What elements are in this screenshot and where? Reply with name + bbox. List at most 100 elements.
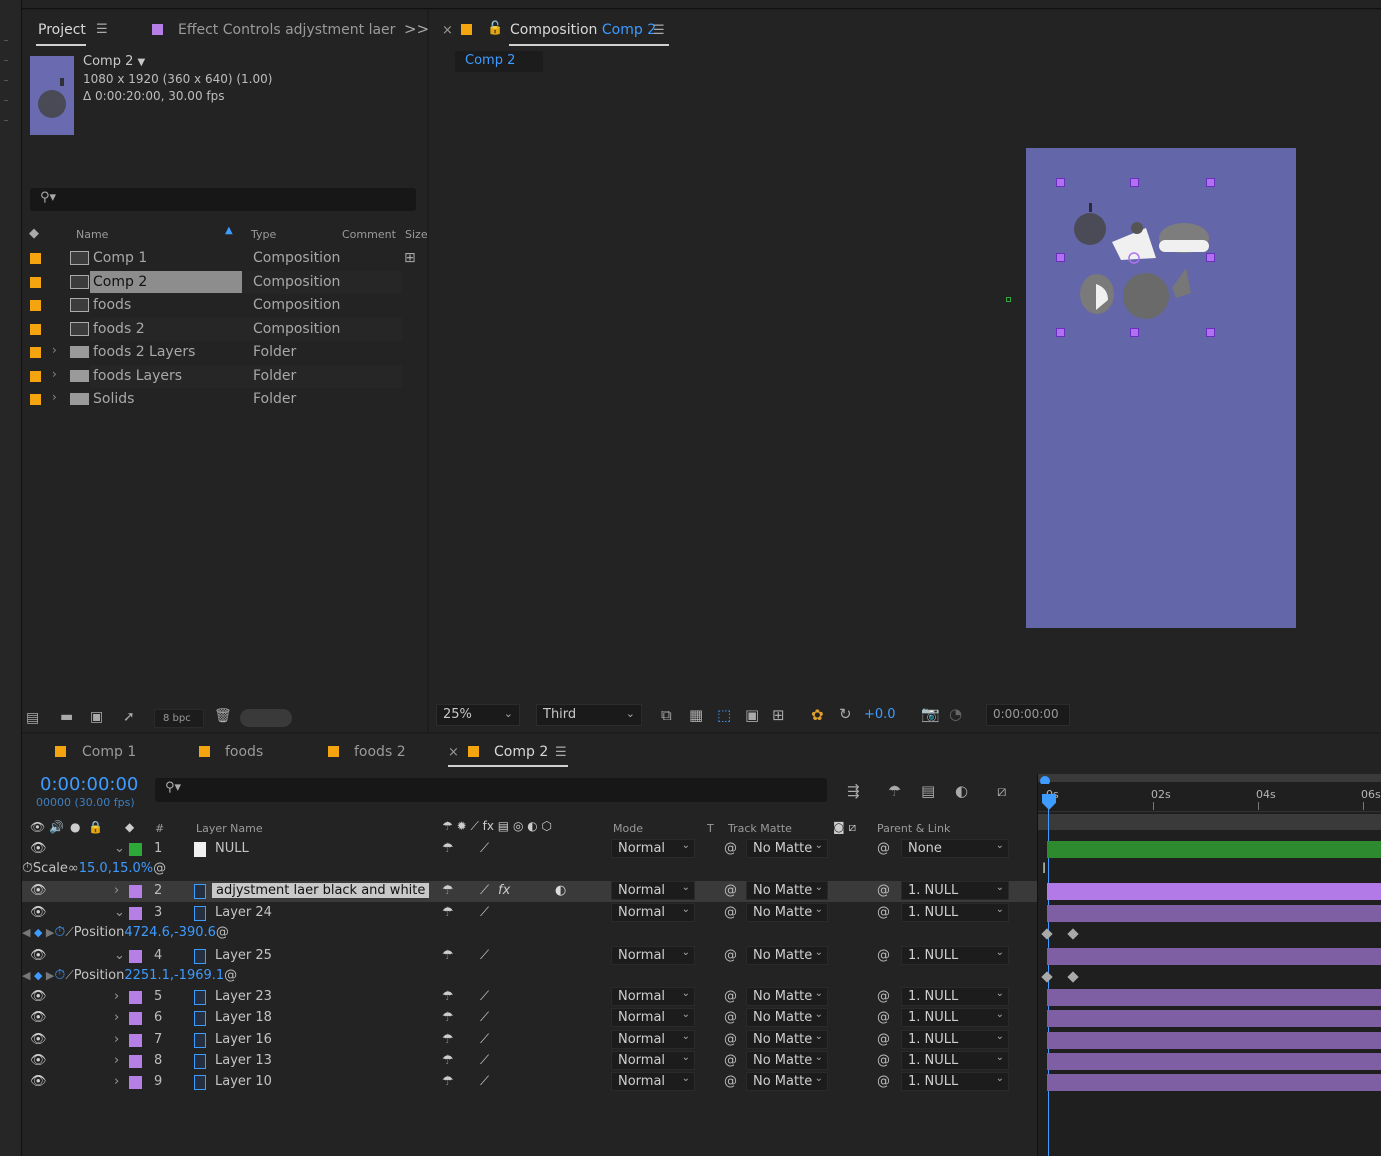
chevron-right-icon[interactable]: ›: [114, 1053, 119, 1068]
grid-guides-icon[interactable]: ⊞: [772, 706, 785, 724]
keyframe-diamond[interactable]: [1067, 971, 1079, 983]
chevron-down-icon[interactable]: ⌄: [114, 948, 125, 963]
layer-duration-bar[interactable]: [1047, 841, 1381, 858]
parent-dropdown[interactable]: 1. NULL ⌄: [901, 1030, 1009, 1049]
transform-handle[interactable]: [1056, 253, 1065, 262]
track-matte-dropdown[interactable]: No Matte ⌄: [746, 1030, 828, 1049]
blend-mode-dropdown[interactable]: Normal ⌄: [611, 946, 695, 965]
frame-blending-icon[interactable]: ▤: [921, 782, 935, 800]
layer-label-swatch[interactable]: [129, 1076, 142, 1089]
layer-name[interactable]: Layer 13: [215, 1053, 272, 1068]
track-matte-pickwhip-icon[interactable]: @: [724, 1010, 737, 1025]
layer-row[interactable]: 👁 ⌄ 3 Layer 24 ☂ ⟋ Normal ⌄ @ No Matte ⌄ @1. NULL ⌄: [22, 903, 1037, 924]
transform-handle[interactable]: [1056, 328, 1065, 337]
layer-label-swatch[interactable]: [129, 885, 142, 898]
flowchart-icon[interactable]: ⊞: [404, 250, 416, 266]
quality-switch-icon[interactable]: ⟋: [480, 883, 489, 898]
layer-row[interactable]: 👁 › 8 Layer 13 ☂ ⟋ Normal ⌄ @ No Matte ⌄ @1. NULL ⌄: [22, 1051, 1037, 1072]
tab-comp-1[interactable]: Comp 1: [82, 744, 136, 760]
column-comment[interactable]: Comment: [342, 228, 396, 241]
transform-handle[interactable]: [1130, 328, 1139, 337]
parent-dropdown[interactable]: 1. NULL ⌄: [901, 1072, 1009, 1091]
layer-name[interactable]: Layer 18: [215, 1010, 272, 1025]
keyframe-navigator[interactable]: ◀ ◆ ▶: [22, 926, 54, 939]
track-matte-pickwhip-icon[interactable]: @: [724, 989, 737, 1004]
label-swatch[interactable]: [30, 253, 41, 264]
stopwatch-icon[interactable]: ⏱: [22, 860, 33, 876]
composition-mini-flowchart-icon[interactable]: ⇶: [847, 782, 860, 800]
graph-icon[interactable]: ⟋: [65, 925, 73, 939]
blend-mode-dropdown[interactable]: Normal ⌄: [611, 903, 695, 922]
eye-icon[interactable]: 👁: [30, 1053, 47, 1068]
trash-icon[interactable]: 🗑: [214, 708, 232, 724]
layer-row[interactable]: 👁 ⌄ 1 NULL ☂ ⟋ Normal ⌄ @ No Matte ⌄ @ None ⌄: [22, 839, 1037, 860]
blend-mode-dropdown[interactable]: Normal ⌄: [611, 1030, 695, 1049]
column-layer-name[interactable]: Layer Name: [196, 822, 263, 835]
layer-duration-bar[interactable]: [1047, 883, 1381, 900]
quality-switch-icon[interactable]: ⟋: [480, 1032, 489, 1047]
work-area-bar[interactable]: [1038, 774, 1381, 782]
chevron-right-icon[interactable]: ›: [52, 343, 57, 357]
transparency-grid-icon[interactable]: ▦: [689, 706, 703, 724]
layer-duration-bar[interactable]: [1047, 905, 1381, 922]
project-search-input[interactable]: ⚲▾: [30, 188, 416, 211]
layer-label-swatch[interactable]: [129, 1055, 142, 1068]
label-swatch[interactable]: [30, 300, 41, 311]
current-time[interactable]: 0:00:00:00: [40, 774, 138, 795]
label-swatch[interactable]: [30, 323, 41, 335]
tab-foods-2[interactable]: foods 2: [354, 744, 406, 760]
bit-depth-button[interactable]: 8 bpc: [154, 709, 204, 728]
layer-name[interactable]: Layer 25: [215, 948, 272, 963]
track-matte-pickwhip-icon[interactable]: @: [724, 841, 737, 856]
stopwatch-icon[interactable]: ⏱: [54, 924, 65, 940]
transform-handle[interactable]: [1206, 328, 1215, 337]
eye-icon[interactable]: 👁: [30, 905, 47, 920]
close-icon[interactable]: ×: [442, 23, 453, 38]
property-value[interactable]: 2251.1,-1969.1: [124, 968, 224, 983]
track-matte-dropdown[interactable]: No Matte ⌄: [746, 1008, 828, 1027]
shy-switch-icon[interactable]: ☂: [442, 1074, 454, 1089]
breadcrumb[interactable]: Comp 2: [455, 51, 543, 72]
shy-switch-icon[interactable]: ☂: [442, 841, 454, 856]
layer-row[interactable]: 👁 › 7 Layer 16 ☂ ⟋ Normal ⌄ @ No Matte ⌄ @1. NULL ⌄: [22, 1030, 1037, 1051]
property-value[interactable]: 4724.6,-390.6: [124, 925, 216, 940]
column-parent[interactable]: Parent & Link: [877, 822, 950, 835]
stopwatch-icon[interactable]: ⏱: [54, 967, 65, 983]
layer-row[interactable]: 👁 › 9 Layer 10 ☂ ⟋ Normal ⌄ @ No Matte ⌄ @1. NULL ⌄: [22, 1072, 1037, 1093]
track-matte-dropdown[interactable]: No Matte ⌄: [746, 903, 828, 922]
transform-handle[interactable]: [1056, 178, 1065, 187]
exposure-value[interactable]: +0.0: [864, 707, 896, 722]
column-mode[interactable]: Mode: [613, 822, 643, 835]
project-item[interactable]: foods 2 Composition: [22, 318, 402, 341]
eye-icon[interactable]: 👁: [30, 948, 47, 963]
show-snapshot-icon[interactable]: ◔: [949, 705, 962, 723]
project-item[interactable]: › Solids Folder: [22, 388, 402, 411]
label-swatch[interactable]: [30, 276, 41, 288]
track-matte-pickwhip-icon[interactable]: @: [724, 948, 737, 963]
layer-name[interactable]: Layer 10: [215, 1074, 272, 1089]
chevron-down-icon[interactable]: ⌄: [114, 905, 125, 920]
layer-name[interactable]: Layer 23: [215, 989, 272, 1004]
new-comp-icon[interactable]: ▣: [90, 709, 103, 725]
region-of-interest-icon[interactable]: ▣: [745, 706, 759, 724]
constrain-proportions-icon[interactable]: ∞: [68, 861, 79, 876]
quality-switch-icon[interactable]: ⟋: [480, 1074, 489, 1089]
snapshot-compare-icon[interactable]: ⧉: [661, 706, 672, 724]
tab-effect-controls[interactable]: Effect Controls adjystment laer: [178, 22, 395, 38]
transform-handle[interactable]: [1206, 253, 1215, 262]
label-swatch[interactable]: [30, 394, 41, 405]
track-matte-dropdown[interactable]: No Matte ⌄: [746, 946, 828, 965]
fx-switch-icon[interactable]: fx: [498, 883, 510, 898]
quality-switch-icon[interactable]: ⟋: [480, 989, 489, 1004]
parent-dropdown[interactable]: 1. NULL ⌄: [901, 1051, 1009, 1070]
layer-label-swatch[interactable]: [129, 907, 142, 920]
project-item[interactable]: › foods 2 Layers Folder: [22, 341, 402, 364]
motion-blur-icon[interactable]: ◐: [955, 782, 968, 800]
layer-name[interactable]: NULL: [215, 841, 249, 856]
keyframe-diamond[interactable]: [1067, 928, 1079, 940]
graph-editor-icon[interactable]: ⧄: [997, 782, 1007, 800]
project-item[interactable]: Comp 2 Composition: [22, 270, 402, 294]
track-matte-dropdown[interactable]: No Matte ⌄: [746, 987, 828, 1006]
camera-icon[interactable]: 📷: [921, 705, 940, 723]
shy-switch-icon[interactable]: ☂: [442, 1053, 454, 1068]
